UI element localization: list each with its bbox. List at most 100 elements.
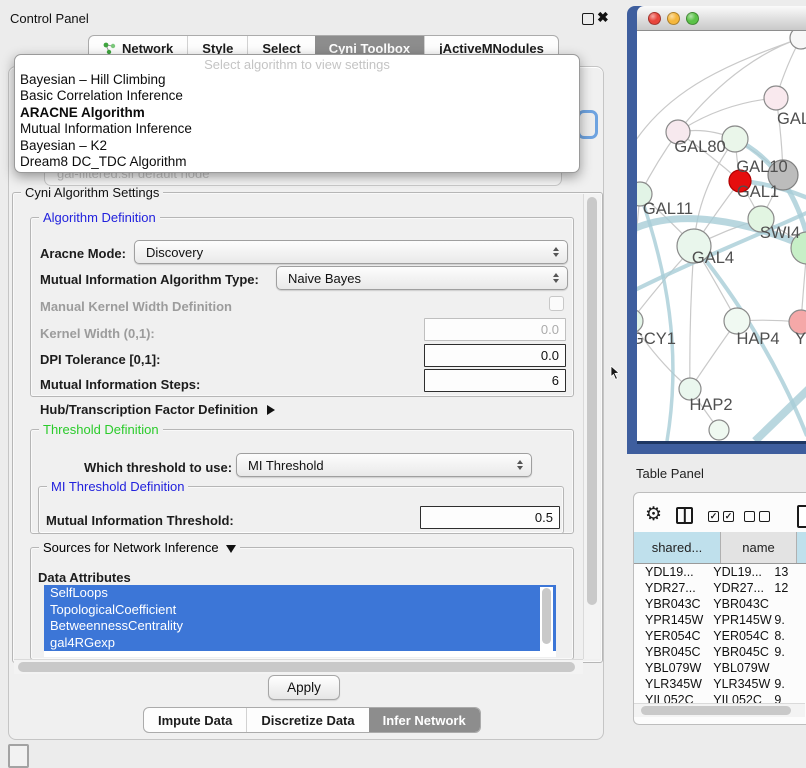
- mi-threshold-field[interactable]: [420, 506, 560, 529]
- network-edge: [690, 246, 694, 389]
- checked-box-icon: ✓: [708, 511, 719, 522]
- node-gal10[interactable]: [722, 126, 748, 152]
- manual-kernel-checkbox[interactable]: [549, 296, 564, 311]
- table-row[interactable]: YDR27...YDR27...12: [634, 580, 806, 596]
- unchecked-box-icon: [759, 511, 770, 522]
- table-cell: YDL19...: [708, 565, 772, 579]
- table-row[interactable]: YPR145WYPR145W9.: [634, 612, 806, 628]
- settings-scrollbar-thumb[interactable]: [587, 197, 597, 605]
- table-rows: YDL19...YDL19...13YDR27...YDR27...12YBR0…: [634, 564, 806, 703]
- bottom-tab-discretize-data[interactable]: Discretize Data: [246, 708, 368, 732]
- attribute-item[interactable]: SelfLoops: [44, 585, 556, 602]
- aracne-mode-combo[interactable]: Discovery: [134, 240, 568, 264]
- cyni-settings-title: Cyni Algorithm Settings: [21, 185, 163, 200]
- tab-label: Infer Network: [383, 713, 466, 728]
- close-light-icon[interactable]: [648, 12, 661, 25]
- node-pink-top[interactable]: [764, 86, 788, 110]
- minimize-light-icon[interactable]: [667, 12, 680, 25]
- bottom-tab-impute-data[interactable]: Impute Data: [144, 708, 246, 732]
- table-hscrollbar-thumb[interactable]: [641, 706, 791, 715]
- sources-title[interactable]: Sources for Network Inference: [39, 540, 240, 555]
- table-row[interactable]: YBL079WYBL079W: [634, 660, 806, 676]
- algorithm-option[interactable]: Bayesian – K2: [15, 138, 579, 154]
- close-icon[interactable]: ✖: [597, 9, 609, 26]
- tab-label: Impute Data: [158, 713, 232, 728]
- algorithm-option[interactable]: Basic Correlation Inference: [15, 88, 579, 104]
- table-cell: YPR145W: [634, 613, 708, 627]
- network-window-titlebar[interactable]: [637, 6, 806, 31]
- table-cell: YBR045C: [708, 645, 772, 659]
- node-top-partial[interactable]: [790, 31, 806, 49]
- gal4-label: GAL4: [692, 249, 734, 267]
- dpi-tolerance-field[interactable]: [424, 344, 566, 367]
- node-bottom-partial[interactable]: [709, 420, 729, 440]
- which-threshold-combo[interactable]: MI Threshold: [236, 453, 532, 477]
- gear-icon[interactable]: ⚙: [645, 504, 662, 526]
- gal7-label: GAL7: [777, 110, 806, 128]
- split-column-icon[interactable]: [676, 507, 693, 524]
- y-label: Y: [795, 330, 806, 348]
- column-header-a[interactable]: A: [797, 532, 806, 563]
- mouse-cursor: [610, 366, 622, 380]
- table-row[interactable]: YBR045CYBR045C9.: [634, 644, 806, 660]
- network-view[interactable]: GAL7GAL80GAL10GAL1GAL11SWI4GAL4GCY1HAP4Y…: [637, 31, 806, 441]
- algorithm-combo-focus-ring: [577, 110, 598, 139]
- table-cell: YBL079W: [634, 661, 708, 675]
- table-horizontal-scrollbar[interactable]: [634, 703, 805, 717]
- kernel-width-field[interactable]: [424, 318, 566, 341]
- hap2-label: HAP2: [689, 396, 732, 414]
- network-edge: [637, 194, 640, 321]
- attribute-item[interactable]: BetweennessCentrality: [44, 618, 556, 635]
- table-row[interactable]: YIL052CYIL052C9: [634, 692, 806, 703]
- float-window-icon[interactable]: [582, 13, 594, 25]
- data-attributes-label: Data Attributes: [38, 570, 131, 585]
- algorithm-option[interactable]: Dream8 DC_TDC Algorithm: [15, 154, 579, 170]
- apply-button[interactable]: Apply: [268, 675, 340, 700]
- collapsed-arrow-icon: [267, 405, 275, 415]
- table-row[interactable]: YER054CYER054C8.: [634, 628, 806, 644]
- page-icon[interactable]: [797, 505, 806, 528]
- algorithm-option[interactable]: Bayesian – Hill Climbing: [15, 72, 579, 88]
- bottom-tab-infer-network[interactable]: Infer Network: [369, 708, 480, 732]
- algorithm-option[interactable]: Mutual Information Inference: [15, 121, 579, 137]
- table-cell: 9.: [772, 677, 806, 691]
- table-cell: 8.: [772, 629, 806, 643]
- attributes-scrollbar-thumb[interactable]: [542, 588, 551, 644]
- network-graph: GAL7GAL80GAL10GAL1GAL11SWI4GAL4GCY1HAP4Y…: [637, 31, 806, 441]
- mi-algorithm-type-value: Naive Bayes: [288, 271, 361, 286]
- settings-horizontal-scrollbar[interactable]: [14, 659, 583, 674]
- attribute-item[interactable]: TopologicalCoefficient: [44, 602, 556, 619]
- network-frame-shadow: [637, 441, 806, 444]
- settings-hscrollbar-thumb[interactable]: [18, 662, 575, 672]
- column-header-shared[interactable]: shared...: [634, 532, 721, 563]
- table-cell: YDR27...: [708, 581, 772, 595]
- attributes-scrollbar[interactable]: [540, 587, 553, 655]
- table-row[interactable]: YDL19...YDL19...13: [634, 564, 806, 580]
- algorithm-definition-title: Algorithm Definition: [39, 210, 160, 225]
- hub-section-label: Hub/Transcription Factor Definition: [40, 402, 258, 417]
- data-attributes-list: SelfLoopsTopologicalCoefficientBetweenne…: [44, 585, 556, 657]
- mi-steps-field[interactable]: [424, 369, 566, 392]
- attribute-item[interactable]: gal4RGexp: [44, 635, 556, 652]
- table-cell: YDL19...: [634, 565, 708, 579]
- gal10-label: GAL10: [736, 158, 787, 176]
- aracne-mode-value: Discovery: [146, 245, 203, 260]
- deselect-all-icon[interactable]: [744, 511, 770, 522]
- checked-box-icon: ✓: [723, 511, 734, 522]
- table-cell: 13: [772, 565, 806, 579]
- unchecked-box-icon: [744, 511, 755, 522]
- panel-grip-icon[interactable]: [8, 744, 29, 768]
- select-all-icon[interactable]: ✓✓: [708, 511, 734, 522]
- column-header-name[interactable]: name: [721, 532, 797, 563]
- table-cell: YBR043C: [708, 597, 772, 611]
- table-cell: 9.: [772, 613, 806, 627]
- mi-threshold-label: Mutual Information Threshold:: [46, 513, 234, 528]
- table-row[interactable]: YLR345WYLR345W9.: [634, 676, 806, 692]
- settings-vertical-scrollbar[interactable]: [583, 194, 600, 659]
- algorithm-option[interactable]: ARACNE Algorithm: [15, 105, 579, 121]
- zoom-light-icon[interactable]: [686, 12, 699, 25]
- hub-section-toggle[interactable]: Hub/Transcription Factor Definition: [40, 401, 275, 419]
- mi-algorithm-type-combo[interactable]: Naive Bayes: [276, 266, 568, 290]
- table-cell: 9.: [772, 645, 806, 659]
- table-row[interactable]: YBR043CYBR043C: [634, 596, 806, 612]
